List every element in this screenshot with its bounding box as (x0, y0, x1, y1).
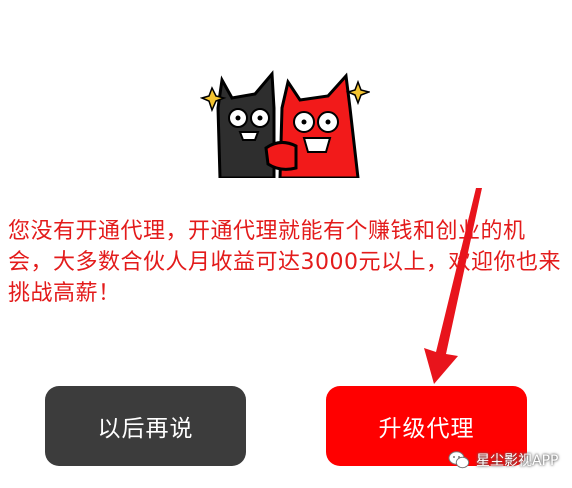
watermark: 星尘影视APP (448, 450, 558, 470)
cartoon-cats-illustration (200, 70, 370, 178)
later-button[interactable]: 以后再说 (45, 386, 246, 466)
agent-upgrade-message: 您没有开通代理，开通代理就能有个赚钱和创业的机会，大多数合伙人月收益可达3000… (8, 219, 561, 306)
later-button-label: 以后再说 (97, 416, 194, 442)
upgrade-button-label: 升级代理 (378, 416, 475, 442)
wechat-icon (448, 451, 470, 469)
watermark-text: 星尘影视APP (476, 453, 559, 469)
